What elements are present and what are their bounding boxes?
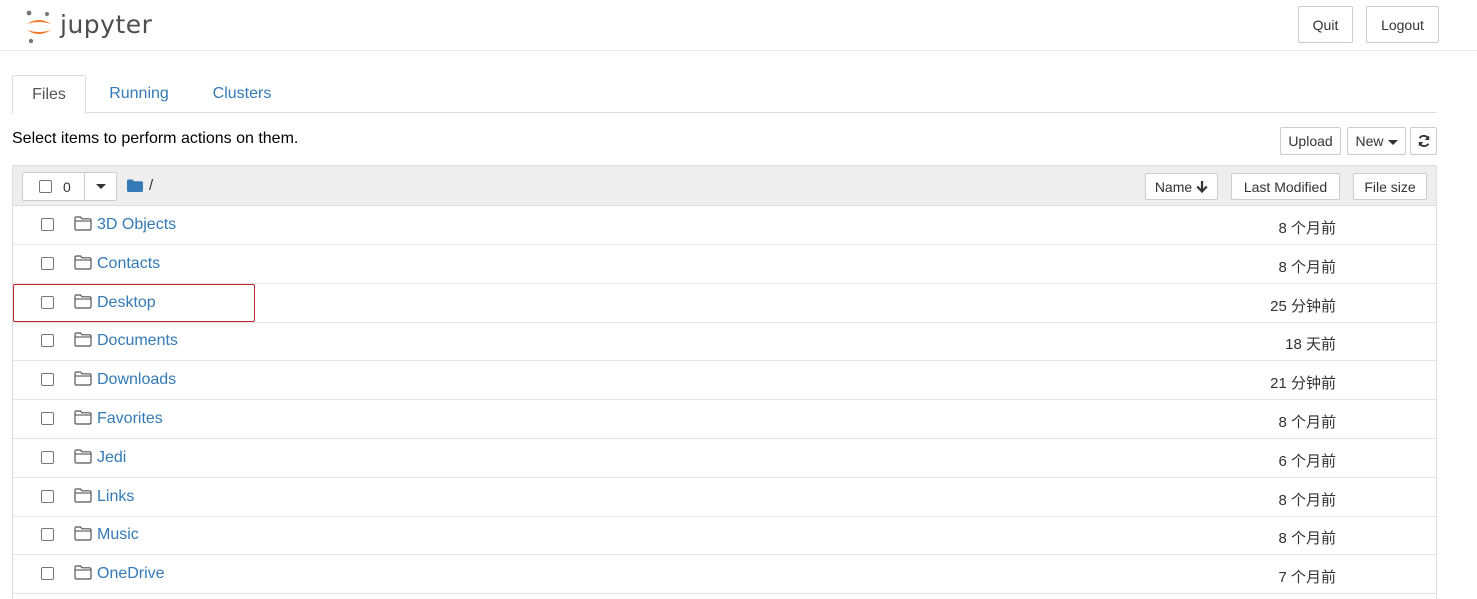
list-item[interactable]: Music 8 个月前 <box>13 516 1436 556</box>
item-last-modified: 8 个月前 <box>1278 258 1336 276</box>
item-name-link[interactable]: 3D Objects <box>97 216 176 234</box>
folder-icon <box>74 371 92 386</box>
item-name-link[interactable]: Favorites <box>97 410 163 428</box>
item-checkbox[interactable] <box>41 450 54 464</box>
caret-down-icon <box>1387 139 1398 145</box>
jupyter-logo-icon <box>26 10 51 44</box>
item-last-modified: 6 个月前 <box>1278 452 1336 470</box>
new-dropdown-button[interactable]: New <box>1347 127 1406 155</box>
list-item[interactable]: Links 8 个月前 <box>13 478 1436 517</box>
list-item[interactable]: 3D Objects 8 个月前 <box>13 206 1436 245</box>
breadcrumb: / <box>127 177 153 194</box>
file-list-header: 0 / Name Last Modified File size <box>13 166 1436 206</box>
list-item[interactable]: Contacts 8 个月前 <box>13 245 1436 284</box>
logo-text: jupyter <box>60 10 153 39</box>
select-options-dropdown[interactable] <box>85 173 116 200</box>
sort-by-name-button[interactable]: Name <box>1145 173 1218 200</box>
tab-bar: Files Running Clusters <box>12 75 1437 114</box>
folder-icon <box>74 487 92 503</box>
item-checkbox[interactable] <box>41 334 54 348</box>
top-header: jupyter Quit Logout <box>0 0 1477 51</box>
item-checkbox[interactable] <box>41 373 54 387</box>
arrow-down-icon <box>1196 181 1208 193</box>
sort-by-size-button[interactable]: File size <box>1353 173 1427 200</box>
tab-running[interactable]: Running <box>98 75 180 113</box>
sort-by-modified-button[interactable]: Last Modified <box>1231 173 1340 200</box>
upload-button[interactable]: Upload <box>1280 127 1341 155</box>
item-last-modified: 25 分钟前 <box>1270 297 1336 315</box>
item-last-modified: 8 个月前 <box>1278 220 1336 237</box>
list-item[interactable]: Downloads 21 分钟前 <box>13 361 1436 401</box>
folder-icon <box>74 449 92 464</box>
jupyter-logo[interactable]: jupyter <box>24 6 152 46</box>
item-last-modified: 7 个月前 <box>1278 569 1336 587</box>
new-button-label: New <box>1355 133 1384 149</box>
caret-down-icon <box>95 184 106 189</box>
item-checkbox[interactable] <box>41 489 54 503</box>
item-name-link[interactable]: Downloads <box>97 371 176 389</box>
item-last-modified: 8 个月前 <box>1278 530 1336 548</box>
select-all-toggle[interactable]: 0 <box>23 173 85 200</box>
sort-name-label: Name <box>1154 178 1193 195</box>
list-item[interactable]: Favorites 8 个月前 <box>13 400 1436 439</box>
folder-icon <box>74 255 92 270</box>
select-all-group: 0 <box>22 172 117 201</box>
item-checkbox[interactable] <box>41 295 54 309</box>
list-item[interactable]: Desktop 25 分钟前 <box>13 284 1436 323</box>
item-name-link[interactable]: OneDrive <box>97 565 165 583</box>
item-name-link[interactable]: Links <box>97 488 134 506</box>
item-checkbox[interactable] <box>41 528 54 542</box>
item-name-link[interactable]: Contacts <box>97 255 160 273</box>
logout-button[interactable]: Logout <box>1366 6 1439 43</box>
list-item[interactable]: Jedi 6 个月前 <box>13 439 1436 478</box>
item-name-link[interactable]: Jedi <box>97 449 126 467</box>
folder-icon <box>74 216 92 231</box>
item-name-link[interactable]: Documents <box>97 332 178 350</box>
folder-icon <box>74 410 92 425</box>
tab-clusters[interactable]: Clusters <box>199 75 285 113</box>
item-checkbox[interactable] <box>41 567 54 581</box>
quit-button[interactable]: Quit <box>1298 6 1353 43</box>
folder-icon <box>74 526 92 541</box>
tab-files[interactable]: Files <box>12 75 86 114</box>
folder-icon[interactable] <box>127 179 143 192</box>
item-last-modified: 8 个月前 <box>1278 491 1336 509</box>
folder-icon <box>74 293 92 309</box>
breadcrumb-root-link[interactable]: / <box>149 177 153 194</box>
list-item[interactable]: Documents 18 天前 <box>13 322 1436 362</box>
item-checkbox[interactable] <box>41 218 54 231</box>
folder-icon <box>74 332 92 347</box>
list-item[interactable]: OneDrive 7 个月前 <box>13 555 1436 595</box>
file-list: 0 / Name Last Modified File size 3D Obje… <box>12 165 1437 599</box>
refresh-icon <box>1418 135 1429 147</box>
selection-instruction: Select items to perform actions on them. <box>12 130 299 147</box>
item-last-modified: 18 天前 <box>1285 336 1336 354</box>
select-all-checkbox[interactable] <box>39 180 52 193</box>
item-last-modified: 8 个月前 <box>1278 414 1336 431</box>
item-name-link[interactable]: Desktop <box>97 294 156 312</box>
folder-icon <box>74 565 92 580</box>
refresh-button[interactable] <box>1410 127 1437 155</box>
item-checkbox[interactable] <box>41 256 54 270</box>
item-name-link[interactable]: Music <box>97 526 139 544</box>
item-last-modified: 21 分钟前 <box>1270 375 1336 393</box>
item-checkbox[interactable] <box>41 412 54 425</box>
selected-count: 0 <box>63 178 71 195</box>
